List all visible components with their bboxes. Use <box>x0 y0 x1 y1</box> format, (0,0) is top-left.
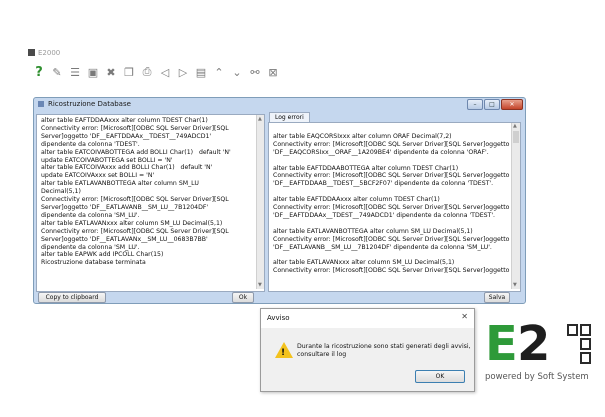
log-line: alter table EATCOIVAxxx add BOLLI Char(1… <box>41 164 213 172</box>
copy-to-clipboard-button[interactable]: Copy to clipboard <box>38 292 106 303</box>
rebuild-database-dialog: Ricostruzione Database – □ ✕ alter table… <box>33 97 526 304</box>
log-line: Connectivity error: [Microsoft][ODBC SQL… <box>273 172 510 180</box>
copy-icon[interactable]: ❐ <box>122 65 136 79</box>
up-icon[interactable]: ⌃ <box>212 65 226 79</box>
logo-grid-icon <box>567 324 593 364</box>
warning-message-line: Durante la ricostruzione sono stati gene… <box>297 343 471 350</box>
dialog-icon <box>38 101 44 107</box>
log-line: alter table EAPWK add IPCOLL Char(15) <box>41 251 164 259</box>
log-line: Decimal(5,1) <box>41 188 81 196</box>
warning-dialog-title: Avviso <box>267 314 290 322</box>
log-line: 'DF__EAQCORSIxx__ORAF__1A209BE4' dipende… <box>273 148 489 156</box>
log-line: alter table EAFTDDAAxxx alter column TDE… <box>41 117 208 124</box>
save-button[interactable]: Salva <box>484 292 510 303</box>
log-line: 'DF__EAFTDDAAx__TDEST__749ADCD1' dipende… <box>273 211 496 219</box>
log-line: Connectivity error: [Microsoft][ODBC SQL… <box>41 124 229 132</box>
error-log-text: alter table EAQCORSIxxx alter column ORA… <box>273 125 510 289</box>
scroll-down-icon[interactable]: ▼ <box>258 282 262 288</box>
scroll-up-icon[interactable]: ▲ <box>513 123 517 129</box>
print-icon[interactable]: ⎙ <box>140 65 154 79</box>
right-scrollbar[interactable]: ▲ ▼ <box>511 123 520 289</box>
log-line: alter table EATLAVANBOTTEGA alter column… <box>41 180 199 188</box>
minimize-button[interactable]: – <box>467 99 483 110</box>
log-line: Server]oggetto 'DF__EATLAVANx__SM_LU__06… <box>41 235 208 243</box>
scroll-down-icon[interactable]: ▼ <box>513 282 517 288</box>
log-line: alter table EAFTDDAAxxx alter column TDE… <box>273 196 440 204</box>
dialog-title: Ricostruzione Database <box>48 100 131 108</box>
log-line: dipendente da colonna 'TDEST'. <box>41 140 140 148</box>
warning-dialog: Avviso ✕ ! Durante la ricostruzione sono… <box>260 308 475 392</box>
rebuild-log-text: alter table EAFTDDAAxxx alter column TDE… <box>41 117 253 288</box>
log-line: Connectivity error: [Microsoft][ODBC SQL… <box>41 227 229 235</box>
warning-icon-mark: ! <box>281 348 286 358</box>
log-line: Ricostruzione database terminata <box>41 259 146 267</box>
save-icon[interactable]: ▣ <box>86 65 100 79</box>
log-line: Server]oggetto 'DF__EAFTDDAAx__TDEST__74… <box>41 132 212 140</box>
close-button[interactable]: ✕ <box>501 99 523 110</box>
log-line: Connectivity error: [Microsoft][ODBC SQL… <box>273 204 510 212</box>
right-scroll-thumb[interactable] <box>513 131 519 143</box>
left-scrollbar[interactable]: ▲ ▼ <box>256 115 264 289</box>
toolbar: ? ✎ ☰ ▣ ✖ ❐ ⎙ ◁ ▷ ▤ ⌃ ⌄ ⚯ ⊠ <box>32 62 280 82</box>
logo-letter-e: E <box>485 316 518 372</box>
rebuild-log-pane[interactable]: alter table EAFTDDAAxxx alter column TDE… <box>36 114 265 292</box>
log-line: Connectivity error: [Microsoft][ODBC SQL… <box>273 140 510 148</box>
next-icon[interactable]: ▷ <box>176 65 190 79</box>
log-line: alter table EATLAVANxxx alter column SM_… <box>41 219 223 227</box>
close-x-icon[interactable]: ⊠ <box>266 65 280 79</box>
scroll-up-icon[interactable]: ▲ <box>258 116 262 122</box>
app-title: E2000 <box>38 49 61 57</box>
log-line: update EATCOIVAxxx set BOLLI = 'N' <box>41 172 155 180</box>
list-icon[interactable]: ☰ <box>68 65 82 79</box>
log-line: alter table EAQCORSIxxx alter column ORA… <box>273 132 452 140</box>
document-icon[interactable]: ▤ <box>194 65 208 79</box>
delete-icon[interactable]: ✖ <box>104 65 118 79</box>
powered-by-text: powered by Soft System <box>485 372 589 382</box>
warning-ok-button[interactable]: OK <box>415 370 465 383</box>
log-line: dipendente da colonna 'SM_LU'. <box>41 211 140 219</box>
edit-icon[interactable]: ✎ <box>50 65 64 79</box>
log-line: 'DF__EATLAVANB__SM_LU__7B1204DF' dipende… <box>273 243 492 251</box>
warning-message-line: consultare il log <box>297 351 347 358</box>
log-line: 'DF__EAFTDDAAB__TDEST__5BCF2F07' dipende… <box>273 180 494 188</box>
log-line: Server]oggetto 'DF__EATLAVANB__SM_LU__7B… <box>41 203 209 211</box>
error-log-pane[interactable]: alter table EAQCORSIxxx alter column ORA… <box>268 122 521 292</box>
binoculars-icon[interactable]: ⚯ <box>248 65 262 79</box>
maximize-button[interactable]: □ <box>484 99 500 110</box>
e2-logo: E 2 powered by Soft System <box>485 320 595 398</box>
down-icon[interactable]: ⌄ <box>230 65 244 79</box>
log-line: Connectivity error: [Microsoft][ODBC SQL… <box>41 196 229 204</box>
log-line: alter table EATLAVANBOTTEGA alter column… <box>273 227 473 235</box>
app-icon <box>28 49 35 56</box>
log-line: alter table EAFTDDAABOTTEGA alter column… <box>273 164 459 172</box>
log-line: Connectivity error: [Microsoft][ODBC SQL… <box>273 267 510 275</box>
log-line: update EATCOIVABOTTEGA set BOLLI = 'N' <box>41 156 173 164</box>
log-line: Connectivity error: [Microsoft][ODBC SQL… <box>273 235 510 243</box>
warning-message: Durante la ricostruzione sono stati gene… <box>297 343 471 359</box>
prev-icon[interactable]: ◁ <box>158 65 172 79</box>
log-line: alter table EATCOIVABOTTEGA add BOLLI Ch… <box>41 148 231 156</box>
close-icon[interactable]: ✕ <box>461 312 468 321</box>
help-icon[interactable]: ? <box>32 65 46 80</box>
logo-digit-2: 2 <box>517 316 551 372</box>
window-buttons: – □ ✕ <box>467 99 523 110</box>
ok-button[interactable]: Ok <box>232 292 254 303</box>
warning-dialog-body: ! Durante la ricostruzione sono stati ge… <box>261 328 474 391</box>
log-line: alter table EATLAVANxxx alter column SM_… <box>273 259 455 267</box>
log-line: dipendente da colonna 'SM_LU'. <box>41 243 140 251</box>
